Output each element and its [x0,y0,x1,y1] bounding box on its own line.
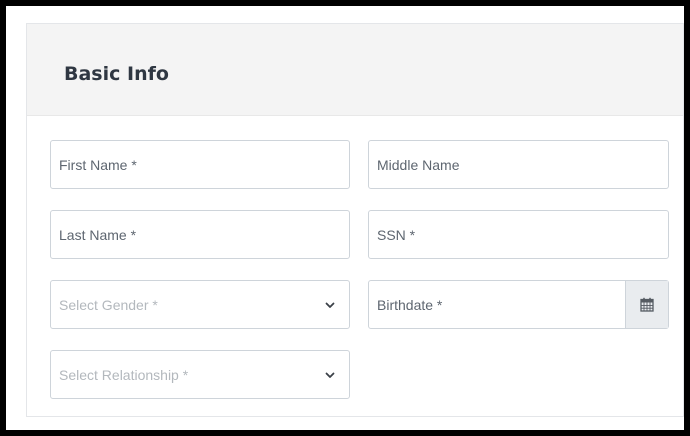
gender-placeholder: Select Gender * [59,296,158,313]
card-title: Basic Info [64,63,169,85]
ssn-field[interactable]: SSN * [368,210,669,259]
chevron-down-icon [325,372,335,378]
calendar-icon [640,297,654,312]
ssn-placeholder: SSN * [377,226,416,243]
card-header: Basic Info [27,24,683,116]
first-name-placeholder: First Name * [59,156,137,173]
relationship-placeholder: Select Relationship * [59,366,189,383]
middle-name-placeholder: Middle Name [377,156,460,173]
first-name-field[interactable]: First Name * [50,140,350,189]
birthdate-placeholder: Birthdate * [377,296,443,313]
last-name-placeholder: Last Name * [59,226,137,243]
middle-name-field[interactable]: Middle Name [368,140,669,189]
last-name-field[interactable]: Last Name * [50,210,350,259]
birthdate-field[interactable]: Birthdate * [368,280,669,329]
chevron-down-icon [325,302,335,308]
page-frame: Basic Info First Name * Middle Name Last… [6,6,684,430]
calendar-button[interactable] [625,281,668,328]
gender-select[interactable]: Select Gender * [50,280,350,329]
basic-info-card: Basic Info First Name * Middle Name Last… [26,23,684,417]
relationship-select[interactable]: Select Relationship * [50,350,350,399]
